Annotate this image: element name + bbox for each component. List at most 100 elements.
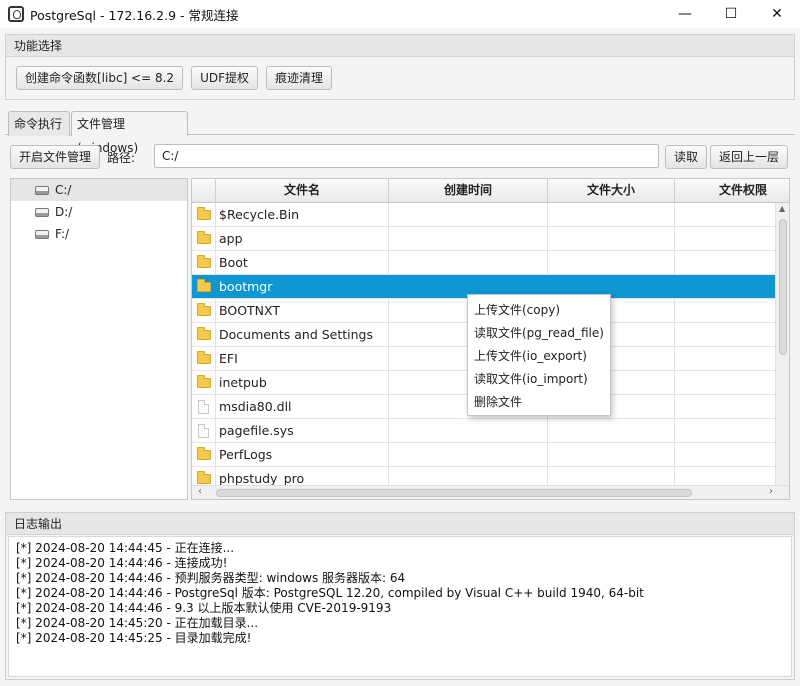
created-cell — [389, 467, 548, 487]
table-row[interactable]: pagefile.sys — [192, 419, 777, 443]
table-row[interactable]: Boot — [192, 251, 777, 275]
file-name-cell: app — [216, 227, 389, 250]
maximize-button[interactable]: ☐ — [708, 0, 754, 28]
folder-icon — [196, 278, 211, 292]
vertical-scrollbar[interactable]: ▲ — [775, 203, 789, 487]
table-header: 文件名 创建时间 文件大小 文件权限 — [192, 179, 789, 203]
path-input[interactable] — [154, 144, 659, 168]
tree-item-label: C:/ — [55, 183, 72, 197]
folder-icon — [196, 326, 211, 340]
log-panel: 日志输出 [*] 2024-08-20 14:44:45 - 正在连接... [*… — [5, 512, 795, 680]
minimize-button[interactable]: — — [662, 0, 708, 28]
file-name-cell: inetpub — [216, 371, 389, 394]
column-header-name[interactable]: 文件名 — [216, 179, 389, 203]
tree-item-d[interactable]: D:/ — [11, 201, 187, 223]
clear-traces-button[interactable]: 痕迹清理 — [266, 66, 333, 90]
read-button[interactable]: 读取 — [665, 145, 708, 169]
postgresql-elephant-icon — [8, 6, 24, 22]
file-name-cell: $Recycle.Bin — [216, 203, 389, 226]
scroll-up-icon[interactable]: ▲ — [779, 204, 785, 213]
log-line: [*] 2024-08-20 14:45:25 - 目录加载完成! — [16, 631, 252, 645]
file-name-cell: phpstudy_pro — [216, 467, 389, 487]
udf-privilege-button[interactable]: UDF提权 — [191, 66, 259, 90]
column-header-select[interactable] — [192, 179, 216, 203]
context-menu: 上传文件(copy) 读取文件(pg_read_file) 上传文件(io_ex… — [467, 294, 611, 416]
tab-file-manager[interactable]: 文件管理(windows) — [71, 111, 188, 155]
log-output[interactable]: [*] 2024-08-20 14:44:45 - 正在连接... [*] 202… — [8, 536, 792, 677]
folder-icon — [196, 254, 211, 268]
size-cell — [548, 251, 675, 274]
permission-cell — [675, 371, 777, 394]
row-icon-cell — [192, 275, 216, 298]
created-cell — [389, 443, 548, 466]
row-icon-cell — [192, 395, 216, 418]
function-buttons: 创建命令函数[libc] <= 8.2 UDF提权 痕迹清理 — [6, 57, 794, 90]
log-line: [*] 2024-08-20 14:44:45 - 正在连接... — [16, 541, 235, 555]
go-up-button[interactable]: 返回上一层 — [710, 145, 789, 169]
table-row[interactable]: $Recycle.Bin — [192, 203, 777, 227]
window-title: PostgreSql - 172.16.2.9 - 常规连接 — [30, 7, 239, 23]
row-icon-cell — [192, 227, 216, 250]
permission-cell — [675, 467, 777, 487]
size-cell — [548, 227, 675, 250]
row-icon-cell — [192, 467, 216, 487]
log-panel-title: 日志输出 — [6, 513, 794, 535]
drive-icon — [35, 229, 49, 239]
permission-cell — [675, 347, 777, 370]
tree-item-label: D:/ — [55, 205, 73, 219]
table-row[interactable]: app — [192, 227, 777, 251]
file-name-cell: EFI — [216, 347, 389, 370]
folder-icon — [196, 446, 211, 460]
row-icon-cell — [192, 371, 216, 394]
scroll-left-icon[interactable]: ‹ — [198, 486, 202, 497]
file-name-cell: bootmgr — [216, 275, 389, 298]
folder-icon — [196, 302, 211, 316]
menu-read-pg-read-file[interactable]: 读取文件(pg_read_file) — [468, 322, 610, 345]
permission-cell — [675, 443, 777, 466]
close-button[interactable]: ✕ — [754, 0, 800, 28]
table-row[interactable]: PerfLogs — [192, 443, 777, 467]
permission-cell — [675, 227, 777, 250]
table-row[interactable]: phpstudy_pro — [192, 467, 777, 487]
file-icon — [198, 399, 209, 414]
column-header-permission[interactable]: 文件权限 — [675, 179, 789, 203]
menu-upload-copy[interactable]: 上传文件(copy) — [468, 299, 610, 322]
size-cell — [548, 203, 675, 226]
permission-cell — [675, 323, 777, 346]
row-icon-cell — [192, 251, 216, 274]
file-name-cell: pagefile.sys — [216, 419, 389, 442]
menu-delete-file[interactable]: 删除文件 — [468, 391, 610, 414]
create-libc-function-button[interactable]: 创建命令函数[libc] <= 8.2 — [16, 66, 184, 90]
tree-item-c[interactable]: C:/ — [11, 179, 187, 201]
created-cell — [389, 203, 548, 226]
created-cell — [389, 419, 548, 442]
column-header-size[interactable]: 文件大小 — [548, 179, 675, 203]
vertical-scroll-thumb[interactable] — [779, 219, 787, 355]
folder-icon — [196, 206, 211, 220]
file-icon — [198, 423, 209, 438]
drive-tree: C:/ D:/ F:/ — [10, 178, 188, 500]
folder-icon — [196, 374, 211, 388]
row-icon-cell — [192, 419, 216, 442]
permission-cell — [675, 299, 777, 322]
file-name-cell: PerfLogs — [216, 443, 389, 466]
horizontal-scrollbar[interactable]: ‹ › — [192, 485, 789, 499]
drive-icon — [35, 207, 49, 217]
file-name-cell: BOOTNXT — [216, 299, 389, 322]
window-controls: — ☐ ✕ — [662, 0, 800, 28]
scroll-right-icon[interactable]: › — [769, 486, 773, 497]
function-panel: 功能选择 创建命令函数[libc] <= 8.2 UDF提权 痕迹清理 — [5, 34, 795, 100]
file-toolbar: 开启文件管理 路径: 读取 返回上一层 — [5, 144, 795, 170]
tree-item-f[interactable]: F:/ — [11, 223, 187, 245]
created-cell — [389, 251, 548, 274]
open-file-manager-button[interactable]: 开启文件管理 — [10, 145, 101, 169]
permission-cell — [675, 203, 777, 226]
permission-cell — [675, 419, 777, 442]
horizontal-scroll-thumb[interactable] — [216, 489, 692, 497]
column-header-created[interactable]: 创建时间 — [389, 179, 548, 203]
tab-command-exec[interactable]: 命令执行 — [8, 111, 70, 136]
size-cell — [548, 443, 675, 466]
menu-read-io-import[interactable]: 读取文件(io_import) — [468, 368, 610, 391]
menu-upload-io-export[interactable]: 上传文件(io_export) — [468, 345, 610, 368]
file-name-cell: msdia80.dll — [216, 395, 389, 418]
